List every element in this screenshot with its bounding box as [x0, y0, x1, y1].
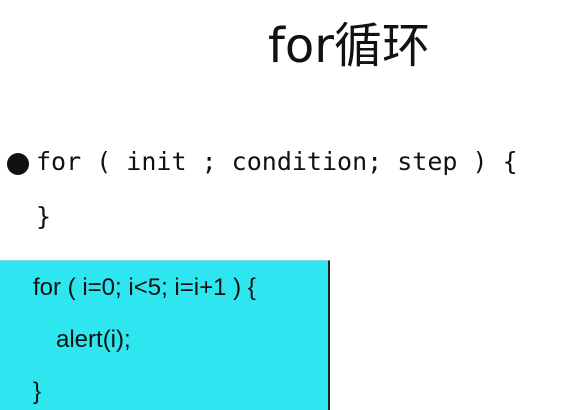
slide: for循环 for ( init ; condition; step ) { }… [0, 0, 582, 410]
syntax-line-1: for ( init ; condition; step ) { [36, 147, 518, 176]
slide-title: for循环 [268, 18, 431, 74]
example-line-3: } [33, 378, 42, 405]
syntax-line-2: } [36, 202, 52, 231]
example-line-2: alert(i); [56, 326, 131, 353]
example-code-box: for ( i=0; i<5; i=i+1 ) { alert(i); } [0, 260, 330, 410]
example-line-1: for ( i=0; i<5; i=i+1 ) { [33, 274, 256, 301]
bullet-icon [7, 153, 29, 175]
